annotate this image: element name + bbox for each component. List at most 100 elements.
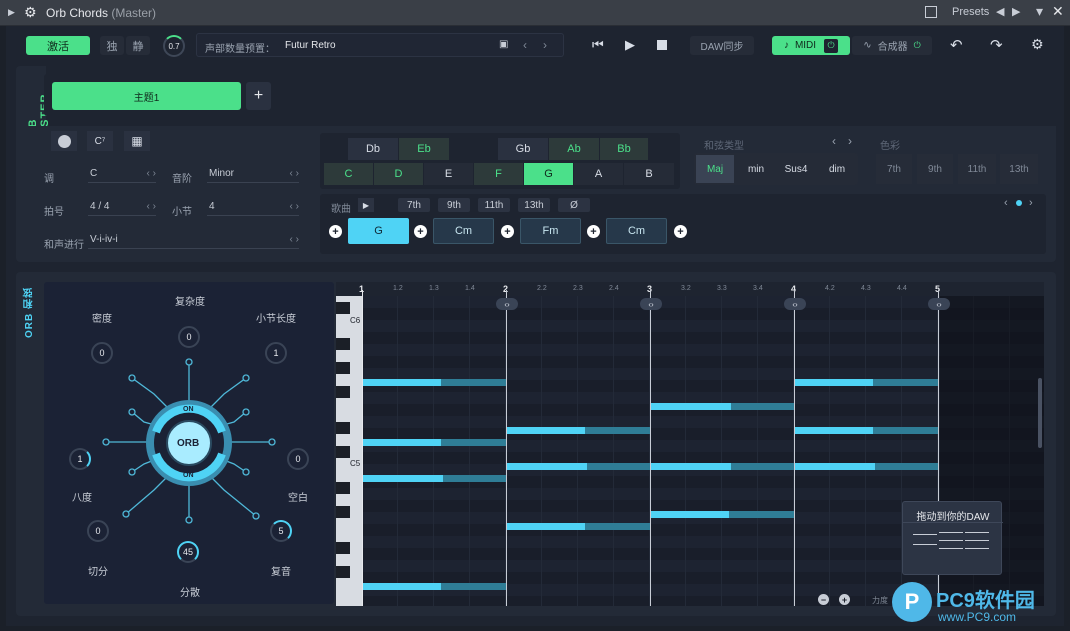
prev-icon[interactable]: ‹ [523, 38, 527, 52]
tab-theme1[interactable]: 主题1 [52, 82, 241, 110]
note[interactable] [795, 463, 938, 470]
insert-chord-icon-3[interactable]: + [587, 225, 600, 238]
undo-icon[interactable]: ↶ [950, 36, 963, 54]
note[interactable] [507, 427, 650, 434]
space-knob[interactable]: 0 [287, 448, 309, 470]
stop-icon[interactable] [657, 40, 667, 50]
density-knob[interactable]: 0 [91, 342, 113, 364]
complexity-knob[interactable]: 0 [178, 326, 200, 348]
note[interactable] [795, 379, 938, 386]
color-7th[interactable]: 7th [876, 154, 912, 184]
chord-c7-icon[interactable]: C⁷ [87, 131, 113, 151]
song-prev-icon[interactable]: ‹ [1004, 197, 1008, 209]
master-knob[interactable]: 0.7 [163, 35, 185, 57]
marker-handle-4[interactable]: ‹› [784, 298, 806, 310]
next-icon[interactable]: › [543, 38, 547, 52]
redo-icon[interactable]: ↷ [990, 36, 1003, 54]
marker-handle-5[interactable]: ‹› [928, 298, 950, 310]
song-play-icon[interactable]: ▶ [358, 198, 374, 212]
progression-field[interactable]: V-i-iv-i ‹ › [88, 231, 299, 249]
vertical-scrollbar[interactable] [1038, 378, 1042, 448]
song-ext-11th[interactable]: 11th [478, 198, 510, 212]
marker-handle-2[interactable]: ‹› [496, 298, 518, 310]
note[interactable] [795, 427, 938, 434]
color-13th[interactable]: 13th [1000, 154, 1038, 184]
marker-handle-3[interactable]: ‹› [640, 298, 662, 310]
close-icon[interactable]: ✕ [1052, 3, 1064, 20]
gear-icon[interactable]: ⚙ [24, 4, 37, 21]
orb-on-top[interactable]: ON [183, 406, 194, 413]
activate-button[interactable]: 激活 [26, 36, 90, 55]
song-ext-9th[interactable]: 9th [438, 198, 470, 212]
disperse-knob[interactable]: 45 [177, 541, 199, 563]
mute-button[interactable]: 静 [126, 36, 150, 55]
song-chord-3[interactable]: Fm [520, 218, 581, 244]
insert-chord-icon-4[interactable]: + [674, 225, 687, 238]
octave-knob[interactable]: 1 [69, 448, 91, 470]
scale-field[interactable]: Minor ‹ › [207, 165, 299, 183]
settings-icon[interactable]: ⚙ [1031, 36, 1044, 53]
beat-field[interactable]: 4 / 4 ‹ › [88, 198, 156, 216]
drag-to-daw[interactable]: 拖动到你的DAW [902, 501, 1003, 575]
note[interactable] [651, 511, 794, 518]
note[interactable] [651, 463, 794, 470]
insert-chord-icon-2[interactable]: + [501, 225, 514, 238]
color-11th[interactable]: 11th [958, 154, 996, 184]
note[interactable] [507, 523, 650, 530]
chord-type-prev-icon[interactable]: ‹ [832, 134, 836, 148]
insert-chord-icon-0[interactable]: + [329, 225, 342, 238]
circle-mode-button[interactable] [51, 131, 77, 151]
key-g[interactable]: G [524, 163, 573, 185]
expand-icon[interactable]: ▶ [8, 7, 15, 18]
bar-field[interactable]: 4 ‹ › [207, 198, 299, 216]
skip-back-icon[interactable]: ⏮ [592, 37, 604, 53]
key-d[interactable]: D [374, 163, 423, 185]
note[interactable] [507, 463, 650, 470]
note[interactable] [363, 439, 506, 446]
key-field[interactable]: C ‹ › [88, 165, 156, 183]
song-chord-2[interactable]: Cm [433, 218, 494, 244]
insert-chord-icon-1[interactable]: + [414, 225, 427, 238]
add-theme-button[interactable]: + [246, 82, 271, 110]
next-preset-icon[interactable]: ▶ [1012, 5, 1020, 18]
song-ext-7th[interactable]: 7th [398, 198, 430, 212]
table-icon[interactable]: ▦ [124, 131, 150, 151]
color-9th[interactable]: 9th [917, 154, 953, 184]
key-ab[interactable]: Ab [549, 138, 599, 160]
chord-type-maj[interactable]: Maj [696, 155, 734, 183]
key-db[interactable]: Db [348, 138, 398, 160]
key-c[interactable]: C [324, 163, 373, 185]
synth-toggle[interactable]: ∿ 合成器 ⏻ [852, 36, 932, 55]
midi-toggle[interactable]: ♪ MIDI ⏻ [772, 36, 850, 55]
note[interactable] [363, 379, 506, 386]
key-f[interactable]: F [474, 163, 523, 185]
note[interactable] [363, 583, 506, 590]
cut-knob[interactable]: 0 [87, 520, 109, 542]
midi-power-icon[interactable]: ⏻ [824, 38, 839, 53]
orb-on-bottom[interactable]: ON [183, 472, 194, 479]
prev-preset-icon[interactable]: ◀ [996, 5, 1004, 18]
chord-type-min[interactable]: min [737, 155, 775, 183]
chord-type-next-icon[interactable]: › [848, 134, 852, 148]
repeat-knob[interactable]: 5 [270, 520, 292, 542]
key-e[interactable]: E [424, 163, 473, 185]
key-a[interactable]: A [574, 163, 623, 185]
synth-power-icon[interactable]: ⏻ [914, 40, 921, 51]
voice-preset-value[interactable]: Futur Retro [285, 40, 336, 51]
orb-center[interactable]: ORB [177, 438, 199, 449]
song-chord-4[interactable]: Cm [606, 218, 667, 244]
chord-type-sus4[interactable]: Sus4 [777, 155, 815, 183]
key-bb[interactable]: Bb [600, 138, 648, 160]
note[interactable] [363, 475, 506, 482]
key-gb[interactable]: Gb [498, 138, 548, 160]
song-ext-half-dim[interactable]: Ø [558, 198, 590, 212]
song-chord-1[interactable]: G [348, 218, 409, 244]
zoom-out-icon[interactable]: − [818, 594, 829, 605]
chord-type-dim[interactable]: dim [818, 155, 856, 183]
note[interactable] [651, 403, 794, 410]
bar-length-knob[interactable]: 1 [265, 342, 287, 364]
menu-icon[interactable]: ▾ [1036, 3, 1043, 20]
piano-roll[interactable]: 1 2 3 4 5 1.2 1.3 1.4 2.2 2.3 2.4 3.2 3.… [336, 282, 1044, 606]
song-next-icon[interactable]: › [1029, 197, 1033, 209]
solo-button[interactable]: 独 [100, 36, 124, 55]
